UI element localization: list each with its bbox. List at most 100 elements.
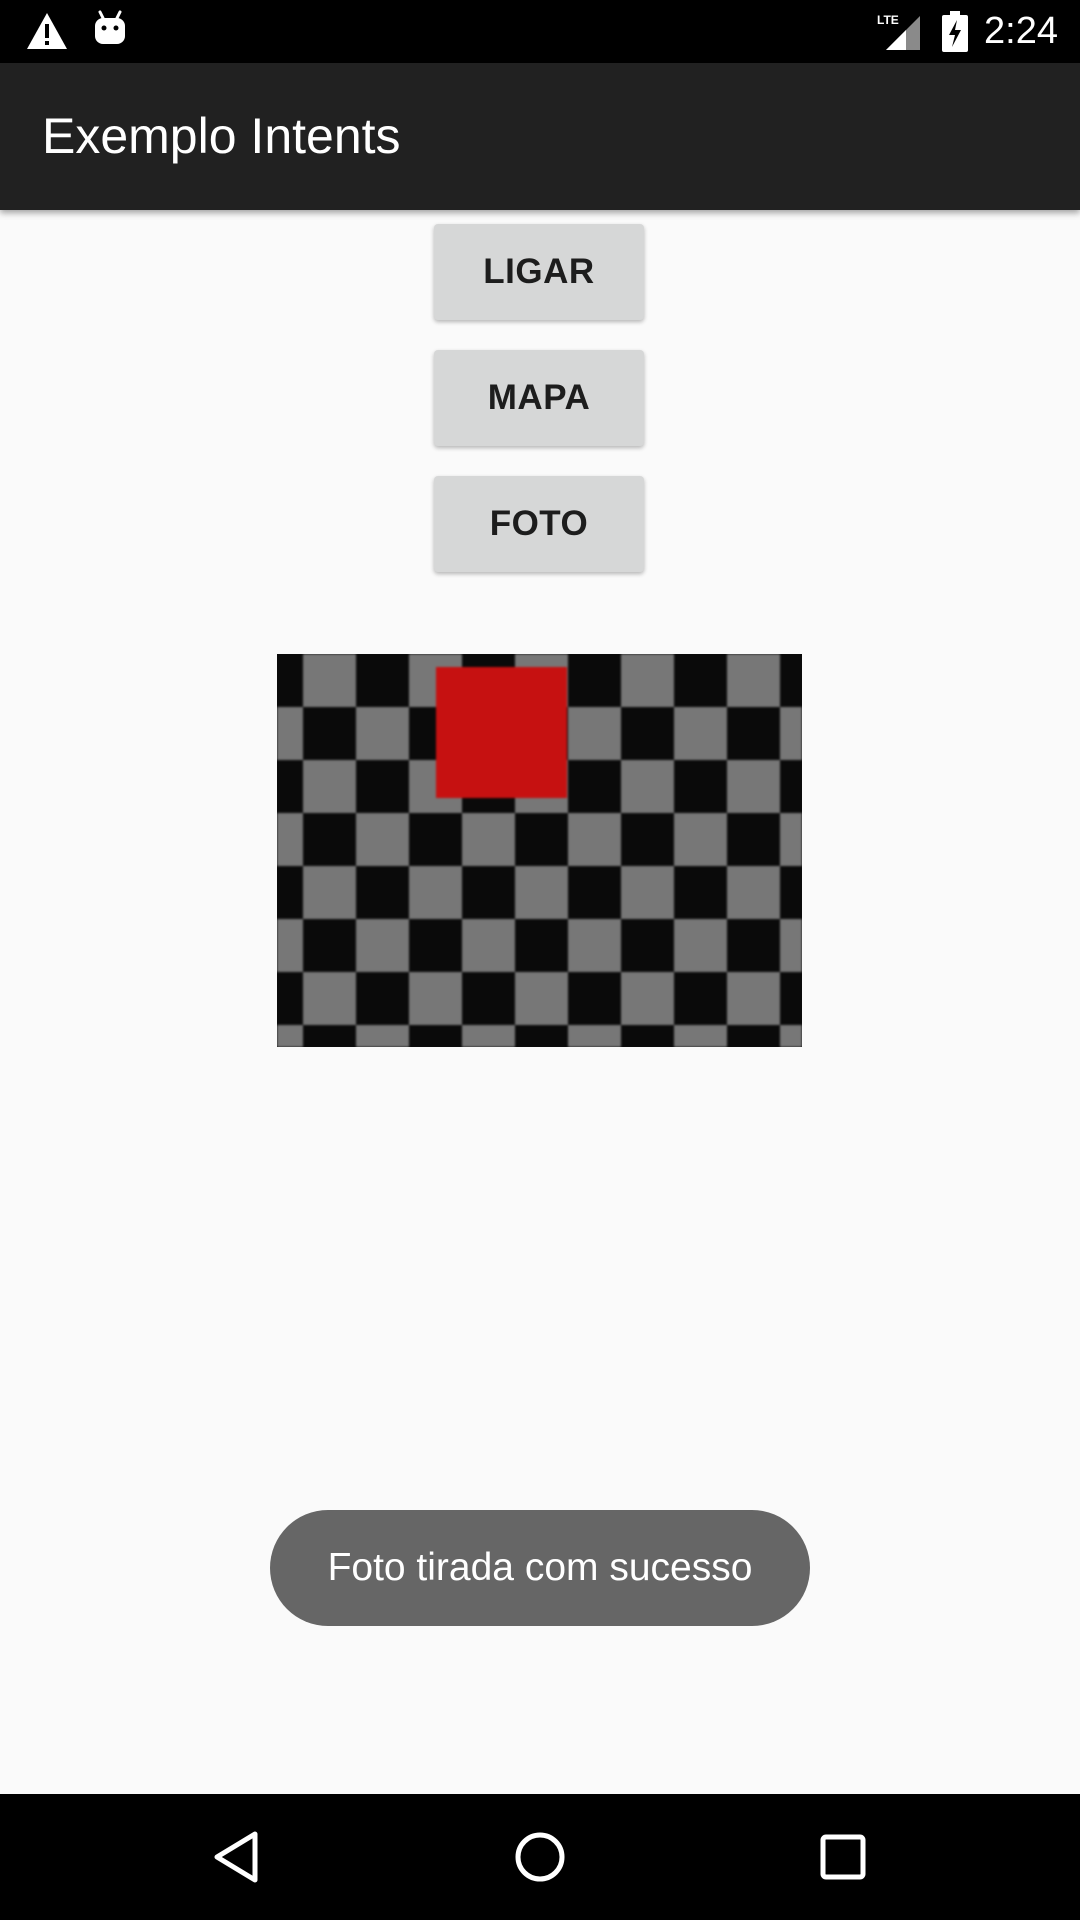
checker-cell bbox=[674, 654, 727, 707]
checker-cell bbox=[568, 866, 621, 919]
lte-signal-icon: LTE bbox=[877, 13, 920, 50]
checker-cell bbox=[568, 972, 621, 1025]
app-title: Exemplo Intents bbox=[42, 108, 401, 164]
mapa-button[interactable]: MAPA bbox=[434, 350, 644, 446]
checker-cell bbox=[727, 919, 780, 972]
checker-cell bbox=[409, 813, 462, 866]
status-bar: LTE 2:24 bbox=[0, 0, 1080, 63]
checker-cell bbox=[780, 972, 802, 1025]
checker-cell bbox=[674, 1025, 727, 1047]
checker-cell bbox=[277, 654, 303, 707]
photo-preview bbox=[277, 654, 802, 1047]
battery-charging-icon bbox=[942, 11, 968, 52]
checker-cell bbox=[727, 760, 780, 813]
checker-cell bbox=[621, 972, 674, 1025]
checker-cell bbox=[462, 866, 515, 919]
checker-cell bbox=[780, 654, 802, 707]
checker-cell bbox=[780, 707, 802, 760]
checker-cell bbox=[568, 760, 621, 813]
warning-icon bbox=[27, 13, 67, 49]
checker-cell bbox=[515, 866, 568, 919]
checker-cell bbox=[356, 760, 409, 813]
checker-cell bbox=[780, 813, 802, 866]
checker-cell bbox=[356, 866, 409, 919]
checker-cell bbox=[356, 813, 409, 866]
checker-cell bbox=[277, 707, 303, 760]
checker-cell bbox=[515, 1025, 568, 1047]
checker-cell bbox=[356, 1025, 409, 1047]
checker-cell bbox=[727, 654, 780, 707]
checker-cell bbox=[727, 1025, 780, 1047]
checker-cell bbox=[621, 1025, 674, 1047]
checker-cell bbox=[303, 654, 356, 707]
checker-cell bbox=[277, 866, 303, 919]
checker-cell bbox=[727, 707, 780, 760]
checker-cell bbox=[674, 760, 727, 813]
checker-cell bbox=[780, 760, 802, 813]
network-type-label: LTE bbox=[877, 13, 899, 27]
checker-cell bbox=[621, 866, 674, 919]
checker-cell bbox=[780, 919, 802, 972]
checker-cell bbox=[568, 654, 621, 707]
checker-cell bbox=[356, 972, 409, 1025]
checker-cell bbox=[462, 972, 515, 1025]
checker-cell bbox=[727, 813, 780, 866]
checker-cell bbox=[409, 972, 462, 1025]
checker-cell bbox=[621, 919, 674, 972]
checker-cell bbox=[621, 654, 674, 707]
checker-cell bbox=[462, 919, 515, 972]
checker-cell bbox=[780, 1025, 802, 1047]
checker-cell bbox=[303, 866, 356, 919]
checker-cell bbox=[727, 972, 780, 1025]
navigation-bar bbox=[0, 1794, 1080, 1920]
checker-cell bbox=[356, 919, 409, 972]
checker-cell bbox=[674, 707, 727, 760]
toast-message: Foto tirada com sucesso bbox=[270, 1510, 810, 1626]
home-button[interactable] bbox=[495, 1812, 585, 1902]
foto-button[interactable]: FOTO bbox=[434, 476, 644, 572]
checker-cell bbox=[356, 707, 409, 760]
checker-cell bbox=[674, 919, 727, 972]
red-square bbox=[436, 667, 567, 798]
checker-cell bbox=[277, 972, 303, 1025]
app-bar: Exemplo Intents bbox=[0, 63, 1080, 210]
recents-icon bbox=[820, 1834, 866, 1880]
back-button[interactable] bbox=[191, 1812, 281, 1902]
checker-cell bbox=[674, 972, 727, 1025]
checker-cell bbox=[621, 813, 674, 866]
checker-cell bbox=[277, 1025, 303, 1047]
checkerboard-photo-image bbox=[277, 654, 802, 1047]
checker-cell bbox=[303, 707, 356, 760]
home-icon bbox=[515, 1832, 565, 1882]
checker-cell bbox=[674, 813, 727, 866]
checker-cell bbox=[621, 760, 674, 813]
checker-cell bbox=[515, 919, 568, 972]
checker-cell bbox=[568, 919, 621, 972]
checker-cell bbox=[727, 866, 780, 919]
android-icon bbox=[95, 10, 125, 44]
checker-cell bbox=[356, 654, 409, 707]
checker-cell bbox=[780, 866, 802, 919]
status-clock: 2:24 bbox=[984, 10, 1058, 52]
checker-cell bbox=[303, 972, 356, 1025]
checker-cell bbox=[568, 707, 621, 760]
ligar-button[interactable]: LIGAR bbox=[434, 224, 644, 320]
checker-cell bbox=[674, 866, 727, 919]
checker-cell bbox=[462, 1025, 515, 1047]
checker-cell bbox=[303, 919, 356, 972]
checker-cell bbox=[515, 972, 568, 1025]
checker-cell bbox=[303, 1025, 356, 1047]
checker-cell bbox=[303, 813, 356, 866]
checker-cell bbox=[409, 919, 462, 972]
checker-cell bbox=[277, 919, 303, 972]
back-icon bbox=[214, 1831, 258, 1883]
checker-cell bbox=[409, 1025, 462, 1047]
checker-cell bbox=[277, 760, 303, 813]
checker-cell bbox=[568, 813, 621, 866]
recents-button[interactable] bbox=[798, 1812, 888, 1902]
checker-cell bbox=[462, 813, 515, 866]
checker-cell bbox=[515, 813, 568, 866]
checker-cell bbox=[568, 1025, 621, 1047]
checker-cell bbox=[303, 760, 356, 813]
checker-cell bbox=[621, 707, 674, 760]
